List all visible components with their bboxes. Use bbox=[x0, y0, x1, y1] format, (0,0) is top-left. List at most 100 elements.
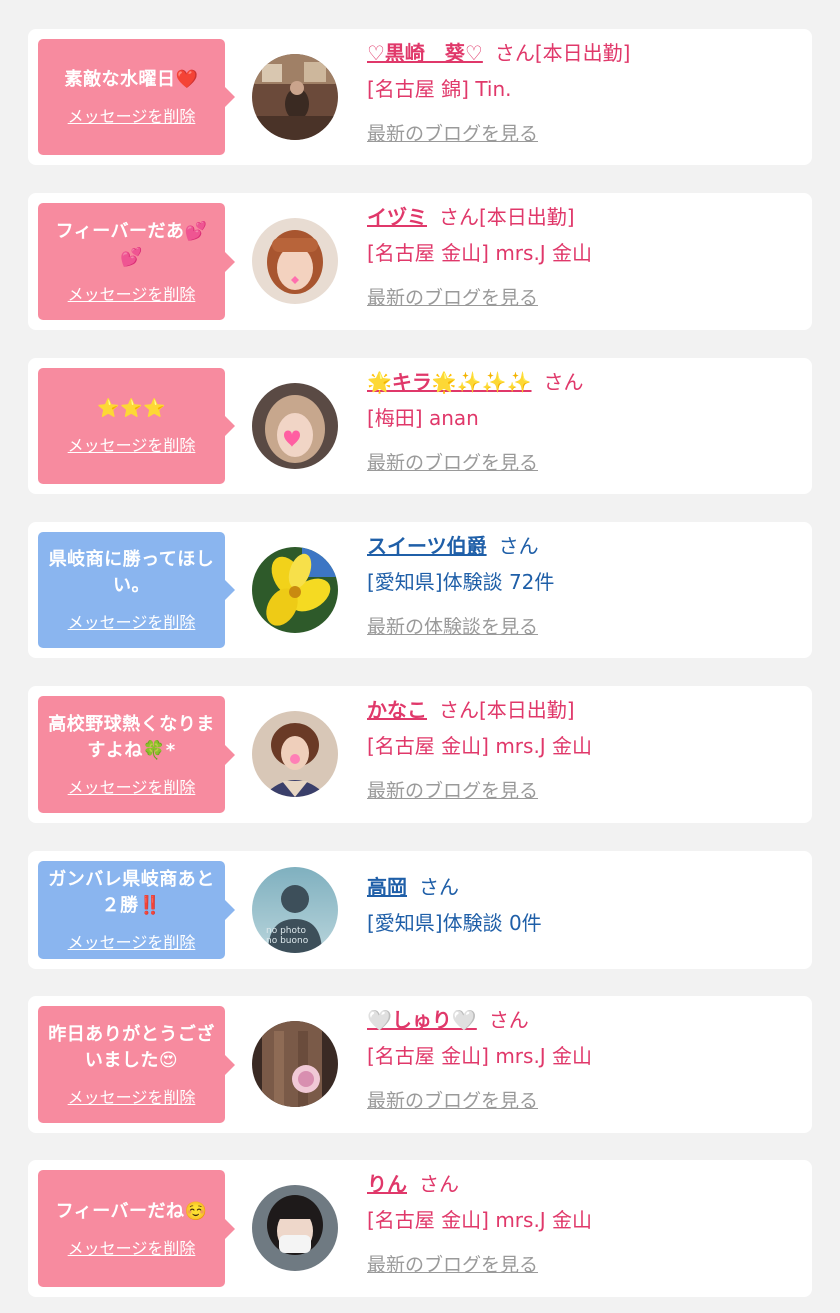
message-text: 素敵な水曜日❤️ bbox=[64, 69, 199, 90]
latest-blog-link[interactable]: 最新のブログを見る bbox=[367, 1252, 538, 1278]
user-name-link[interactable]: かなこ bbox=[367, 698, 427, 722]
message-bubble: 高校野球熱くなりますよね🍀* メッセージを削除 bbox=[38, 696, 235, 813]
latest-blog-link[interactable]: 最新のブログを見る bbox=[367, 121, 538, 147]
avatar[interactable] bbox=[252, 547, 338, 633]
user-name-link[interactable]: ♡黒崎 葵♡ bbox=[367, 41, 483, 65]
message-card: 素敵な水曜日❤️ メッセージを削除 ♡黒崎 葵♡ さん[本日出勤] [名古屋 錦]… bbox=[28, 29, 812, 165]
user-info: かなこ さん[本日出勤] [名古屋 金山] mrs.J 金山 最新のブログを見る bbox=[367, 696, 592, 804]
shop-info: [名古屋 金山] mrs.J 金山 bbox=[367, 1044, 593, 1068]
message-text: 昨日ありがとうございました😍 bbox=[48, 1023, 215, 1071]
svg-text:no photo: no photo bbox=[266, 926, 307, 936]
shop-info: [名古屋 金山] mrs.J 金山 bbox=[367, 241, 593, 265]
avatar-no-photo-silhouette-icon: no photo no buono bbox=[252, 867, 338, 953]
honorific: さん bbox=[494, 41, 535, 65]
shop-info: [愛知県]体験談 0件 bbox=[367, 911, 542, 935]
delete-message-link[interactable]: メッセージを削除 bbox=[68, 774, 196, 798]
shop-info: [名古屋 金山] mrs.J 金山 bbox=[367, 734, 593, 758]
message-bubble: ⭐⭐⭐ メッセージを削除 bbox=[38, 368, 235, 484]
honorific: さん bbox=[488, 1008, 529, 1032]
message-text: ⭐⭐⭐ bbox=[97, 398, 166, 419]
user-name-link[interactable]: イヅミ bbox=[367, 205, 427, 229]
message-text: 高校野球熱くなりますよね🍀* bbox=[48, 713, 215, 761]
name-line: 高岡 さん bbox=[367, 873, 542, 901]
avatar-photo-woman-red-hair-icon bbox=[252, 218, 338, 304]
avatar[interactable] bbox=[252, 383, 338, 469]
user-info: ♡黒崎 葵♡ さん[本日出勤] [名古屋 錦] Tin. 最新のブログを見る bbox=[367, 39, 630, 147]
message-card: 高校野球熱くなりますよね🍀* メッセージを削除 かなこ さん[本日出勤] [名古屋… bbox=[28, 686, 812, 823]
avatar[interactable] bbox=[252, 1021, 338, 1107]
avatar-photo-yellow-flower-icon bbox=[252, 547, 338, 633]
honorific: さん bbox=[439, 205, 479, 229]
shop-info: [梅田] anan bbox=[367, 406, 479, 430]
avatar-photo-woman-kimono-icon bbox=[252, 711, 338, 797]
latest-blog-link[interactable]: 最新のブログを見る bbox=[367, 778, 538, 804]
delete-message-link[interactable]: メッセージを削除 bbox=[68, 609, 196, 633]
user-info: スイーツ伯爵 さん [愛知県]体験談 72件 最新の体験談を見る bbox=[367, 532, 554, 640]
message-card: フィーバーだね☺️ メッセージを削除 りん さん [名古屋 金山] mrs.J 金… bbox=[28, 1160, 812, 1297]
message-card: 昨日ありがとうございました😍 メッセージを削除 🤍しゅり🤍 さん [名古屋 金山]… bbox=[28, 996, 812, 1133]
message-card: 県岐商に勝ってほしい。 メッセージを削除 スイーツ伯爵 さん [愛知県]体験談 7… bbox=[28, 522, 812, 658]
status-badge: [本日出勤] bbox=[479, 205, 575, 229]
message-bubble: 昨日ありがとうございました😍 メッセージを削除 bbox=[38, 1006, 235, 1123]
status-badge: [本日出勤] bbox=[534, 41, 631, 65]
name-line: 🌟キラ🌟✨✨✨ さん bbox=[367, 368, 584, 396]
latest-blog-link[interactable]: 最新のブログを見る bbox=[367, 285, 538, 311]
latest-blog-link[interactable]: 最新のブログを見る bbox=[367, 450, 538, 476]
svg-text:no buono: no buono bbox=[266, 936, 309, 946]
name-line: イヅミ さん[本日出勤] bbox=[367, 203, 592, 231]
user-info: 高岡 さん [愛知県]体験談 0件 bbox=[367, 873, 542, 937]
latest-blog-link[interactable]: 最新のブログを見る bbox=[367, 1088, 538, 1114]
honorific: さん bbox=[498, 534, 539, 558]
user-name-link[interactable]: スイーツ伯爵 bbox=[367, 534, 487, 558]
avatar-photo-woman-mask-icon bbox=[252, 1185, 338, 1271]
avatar-photo-room-icon bbox=[252, 54, 338, 140]
avatar[interactable] bbox=[252, 711, 338, 797]
message-bubble: フィーバーだあ💕💕 メッセージを削除 bbox=[38, 203, 235, 320]
delete-message-link[interactable]: メッセージを削除 bbox=[68, 929, 196, 953]
message-card: フィーバーだあ💕💕 メッセージを削除 イヅミ さん[本日出勤] [名古屋 金山] … bbox=[28, 193, 812, 330]
message-text: フィーバーだね☺️ bbox=[55, 1200, 208, 1222]
avatar-photo-woman-long-hair-icon bbox=[252, 1021, 338, 1107]
user-info: りん さん [名古屋 金山] mrs.J 金山 最新のブログを見る bbox=[367, 1170, 592, 1278]
message-bubble: 素敵な水曜日❤️ メッセージを削除 bbox=[38, 39, 235, 155]
message-card: ⭐⭐⭐ メッセージを削除 🌟キラ🌟✨✨✨ さん [梅田] anan 最新のブログを… bbox=[28, 358, 812, 494]
user-name-link[interactable]: りん bbox=[367, 1172, 407, 1196]
latest-review-link[interactable]: 最新の体験談を見る bbox=[367, 614, 538, 640]
name-line: りん さん bbox=[367, 1170, 592, 1198]
name-line: 🤍しゅり🤍 さん bbox=[367, 1006, 592, 1034]
user-info: 🌟キラ🌟✨✨✨ さん [梅田] anan 最新のブログを見る bbox=[367, 368, 584, 476]
name-line: スイーツ伯爵 さん bbox=[367, 532, 554, 560]
honorific: さん bbox=[543, 370, 584, 394]
user-name-link[interactable]: 高岡 bbox=[367, 875, 407, 899]
shop-info: [名古屋 錦] Tin. bbox=[367, 77, 512, 101]
name-line: かなこ さん[本日出勤] bbox=[367, 696, 592, 724]
message-text: フィーバーだあ💕💕 bbox=[55, 220, 208, 268]
message-text: ガンバレ県岐商あと２勝‼️ bbox=[48, 869, 215, 916]
delete-message-link[interactable]: メッセージを削除 bbox=[68, 281, 196, 305]
honorific: さん bbox=[439, 698, 479, 722]
delete-message-link[interactable]: メッセージを削除 bbox=[68, 1235, 196, 1259]
message-list-page: 素敵な水曜日❤️ メッセージを削除 ♡黒崎 葵♡ さん[本日出勤] [名古屋 錦]… bbox=[0, 0, 840, 1313]
message-bubble: 県岐商に勝ってほしい。 メッセージを削除 bbox=[38, 532, 235, 648]
user-name-link[interactable]: 🤍しゅり🤍 bbox=[367, 1008, 477, 1032]
message-bubble: ガンバレ県岐商あと２勝‼️ メッセージを削除 bbox=[38, 861, 235, 959]
user-info: 🤍しゅり🤍 さん [名古屋 金山] mrs.J 金山 最新のブログを見る bbox=[367, 1006, 592, 1114]
avatar[interactable] bbox=[252, 218, 338, 304]
message-bubble: フィーバーだね☺️ メッセージを削除 bbox=[38, 1170, 235, 1287]
user-info: イヅミ さん[本日出勤] [名古屋 金山] mrs.J 金山 最新のブログを見る bbox=[367, 203, 592, 311]
honorific: さん bbox=[419, 1172, 459, 1196]
message-text: 県岐商に勝ってほしい。 bbox=[48, 549, 215, 596]
delete-message-link[interactable]: メッセージを削除 bbox=[68, 103, 196, 127]
user-name-link[interactable]: 🌟キラ🌟✨✨✨ bbox=[367, 370, 532, 394]
avatar[interactable] bbox=[252, 54, 338, 140]
status-badge: [本日出勤] bbox=[479, 698, 575, 722]
avatar[interactable]: no photo no buono bbox=[252, 867, 338, 953]
honorific: さん bbox=[419, 875, 459, 899]
shop-info: [愛知県]体験談 72件 bbox=[367, 570, 555, 594]
shop-info: [名古屋 金山] mrs.J 金山 bbox=[367, 1208, 593, 1232]
message-card: ガンバレ県岐商あと２勝‼️ メッセージを削除 no photo no buono bbox=[28, 851, 812, 969]
avatar-photo-woman-heart-icon bbox=[252, 383, 338, 469]
avatar[interactable] bbox=[252, 1185, 338, 1271]
delete-message-link[interactable]: メッセージを削除 bbox=[68, 432, 196, 456]
delete-message-link[interactable]: メッセージを削除 bbox=[68, 1084, 196, 1108]
